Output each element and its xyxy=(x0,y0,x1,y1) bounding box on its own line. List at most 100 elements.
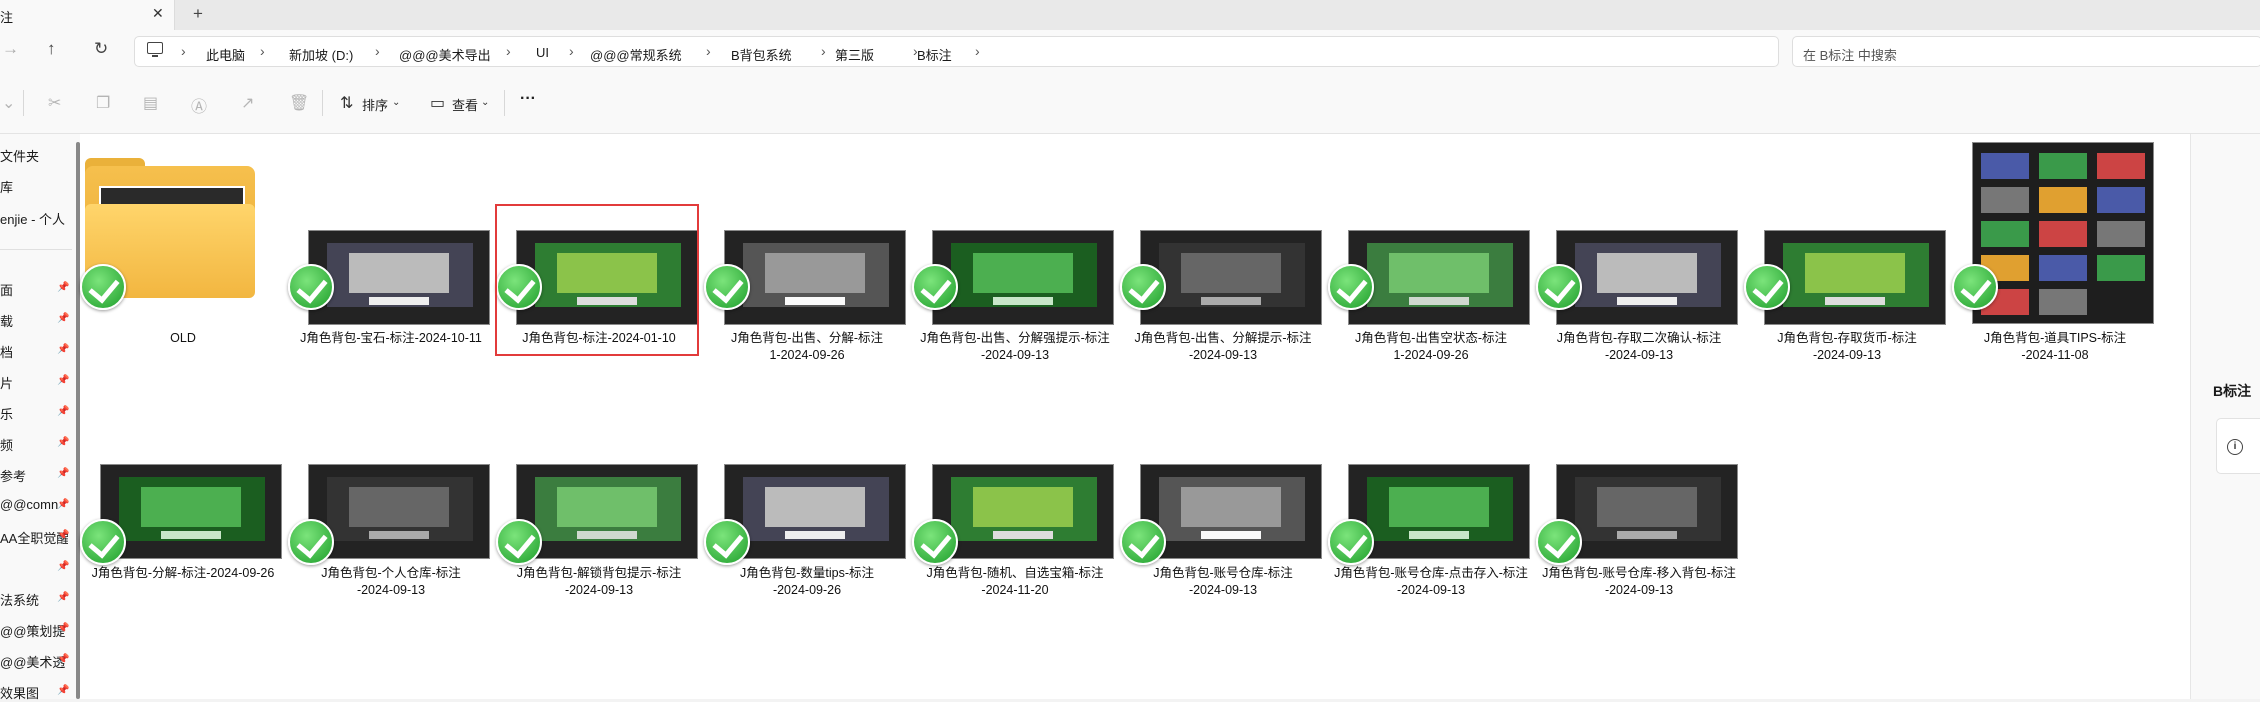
file-item[interactable]: J角色背包-解锁背包提示-标注 -2024-09-13 xyxy=(496,367,702,597)
file-name[interactable]: J角色背包-分解-标注-2024-09-26 xyxy=(80,565,286,582)
file-thumbnail xyxy=(100,464,282,559)
file-name[interactable]: J角色背包-账号仓库-点击存入-标注 -2024-09-13 xyxy=(1328,565,1534,599)
file-item[interactable]: J角色背包-出售空状态-标注 1-2024-09-26 xyxy=(1328,134,1534,362)
breadcrumb-item[interactable]: B背包系统 xyxy=(731,45,792,64)
breadcrumb-item[interactable]: 此电脑 xyxy=(206,45,245,64)
delete-icon[interactable]: 🗑 xyxy=(289,93,309,113)
file-item[interactable]: J角色背包-出售、分解-标注 1-2024-09-26 xyxy=(704,134,910,362)
command-toolbar: ⌄ ✂ ❐ ▤ Ⓐ ↗ 🗑 ⇅ 排序 ⌄ ▭ 查看 ⌄ ··· xyxy=(0,72,2260,134)
sync-check-icon xyxy=(1328,264,1374,310)
sort-button[interactable]: 排序 xyxy=(362,95,388,114)
file-name[interactable]: J角色背包-数量tips-标注 -2024-09-26 xyxy=(704,565,910,599)
close-tab-icon[interactable]: ✕ xyxy=(152,5,164,22)
file-thumbnail xyxy=(932,464,1114,559)
chevron-right-icon[interactable]: › xyxy=(975,43,980,59)
breadcrumb-item[interactable]: @@@美术导出 xyxy=(399,45,491,64)
view-button[interactable]: 查看 xyxy=(452,95,478,114)
chevron-right-icon[interactable]: › xyxy=(260,43,265,59)
pin-icon: 📌 xyxy=(57,561,70,572)
tab-current[interactable]: 注 ✕ xyxy=(0,0,175,30)
sync-check-icon xyxy=(1120,519,1166,565)
file-name[interactable]: J角色背包-出售、分解强提示-标注 -2024-09-13 xyxy=(912,330,1118,364)
folder-item[interactable]: OLD xyxy=(80,134,286,354)
file-item[interactable]: J角色背包-随机、自选宝箱-标注 -2024-11-20 xyxy=(912,367,1118,597)
file-item[interactable]: J角色背包-数量tips-标注 -2024-09-26 xyxy=(704,367,910,597)
toolbar-divider xyxy=(504,90,505,116)
file-item[interactable]: J角色背包-出售、分解提示-标注 -2024-09-13 xyxy=(1120,134,1326,362)
chevron-right-icon[interactable]: › xyxy=(821,43,826,59)
file-name[interactable]: J角色背包-账号仓库-标注 -2024-09-13 xyxy=(1120,565,1326,599)
file-item[interactable]: J角色背包-账号仓库-移入背包-标注 -2024-09-13 xyxy=(1536,367,1742,597)
more-options-button[interactable]: ··· xyxy=(520,90,536,108)
chevron-right-icon[interactable]: › xyxy=(181,43,186,59)
chevron-right-icon[interactable]: › xyxy=(706,43,711,59)
navigation-bar: → ↑ ↻ › 此电脑 › 新加坡 (D:) › @@@美术导出 › UI › … xyxy=(0,30,2260,72)
file-item[interactable]: J角色背包-分解-标注-2024-09-26 xyxy=(80,367,286,587)
file-name[interactable]: J角色背包-存取二次确认-标注 -2024-09-13 xyxy=(1536,330,1742,364)
file-item[interactable]: J角色背包-个人仓库-标注 -2024-09-13 xyxy=(288,367,494,597)
paste-icon[interactable]: ▤ xyxy=(143,93,158,113)
cut-icon[interactable]: ✂ xyxy=(48,93,61,113)
file-item[interactable]: J角色背包-存取货币-标注 -2024-09-13 xyxy=(1744,134,1950,362)
sidebar-item[interactable]: enjie - 个人 xyxy=(0,209,68,228)
copy-icon[interactable]: ❐ xyxy=(96,93,110,113)
search-input[interactable]: 在 B标注 中搜索 xyxy=(1792,36,2260,67)
sync-check-icon xyxy=(1328,519,1374,565)
file-name[interactable]: J角色背包-个人仓库-标注 -2024-09-13 xyxy=(288,565,494,599)
sync-check-icon xyxy=(496,519,542,565)
file-item[interactable]: J角色背包-道具TIPS-标注 -2024-11-08 xyxy=(1952,134,2158,362)
breadcrumb-item[interactable]: 新加坡 (D:) xyxy=(289,45,353,64)
selection-highlight xyxy=(495,204,699,356)
sync-check-icon xyxy=(912,264,958,310)
rename-icon[interactable]: Ⓐ xyxy=(191,93,207,117)
sync-check-icon xyxy=(288,264,334,310)
chevron-down-icon[interactable]: ⌄ xyxy=(481,97,489,108)
file-item[interactable]: J角色背包-账号仓库-标注 -2024-09-13 xyxy=(1120,367,1326,597)
breadcrumb-item[interactable]: @@@常规系统 xyxy=(590,45,682,64)
sort-icon[interactable]: ⇅ xyxy=(340,93,353,113)
breadcrumb-item[interactable]: B标注 xyxy=(917,45,952,64)
view-icon[interactable]: ▭ xyxy=(430,93,445,113)
share-icon[interactable]: ↗ xyxy=(241,93,254,113)
sidebar-item[interactable]: 库 xyxy=(0,177,68,196)
file-item[interactable]: J角色背包-账号仓库-点击存入-标注 -2024-09-13 xyxy=(1328,367,1534,597)
sync-check-icon xyxy=(912,519,958,565)
file-item[interactable]: J角色背包-宝石-标注-2024-10-11 xyxy=(288,134,494,354)
file-name[interactable]: J角色背包-解锁背包提示-标注 -2024-09-13 xyxy=(496,565,702,599)
chevron-down-icon[interactable]: ⌄ xyxy=(392,97,400,108)
pin-icon: 📌 xyxy=(57,499,70,510)
forward-arrow-icon[interactable]: → xyxy=(2,39,19,59)
new-tab-icon[interactable]: + xyxy=(193,4,203,24)
refresh-icon[interactable]: ↻ xyxy=(94,39,108,59)
chevron-right-icon[interactable]: › xyxy=(506,43,511,59)
details-title: B标注 xyxy=(2213,383,2252,399)
pin-icon: 📌 xyxy=(57,406,70,417)
file-name[interactable]: J角色背包-出售空状态-标注 1-2024-09-26 xyxy=(1328,330,1534,364)
sync-check-icon xyxy=(1744,264,1790,310)
breadcrumb-item[interactable]: 第三版 xyxy=(835,45,874,64)
new-menu-chevron-icon[interactable]: ⌄ xyxy=(2,93,15,113)
file-name[interactable]: OLD xyxy=(80,330,286,347)
chevron-right-icon[interactable]: › xyxy=(569,43,574,59)
chevron-right-icon[interactable]: › xyxy=(375,43,380,59)
file-name[interactable]: J角色背包-道具TIPS-标注 -2024-11-08 xyxy=(1952,330,2158,364)
file-thumbnail xyxy=(724,464,906,559)
file-item[interactable]: J角色背包-出售、分解强提示-标注 -2024-09-13 xyxy=(912,134,1118,362)
file-item[interactable]: J角色背包-存取二次确认-标注 -2024-09-13 xyxy=(1536,134,1742,362)
file-name[interactable]: J角色背包-出售、分解-标注 1-2024-09-26 xyxy=(704,330,910,364)
this-pc-icon[interactable] xyxy=(147,42,163,57)
sync-check-icon xyxy=(1120,264,1166,310)
file-name[interactable]: J角色背包-随机、自选宝箱-标注 -2024-11-20 xyxy=(912,565,1118,599)
file-name[interactable]: J角色背包-宝石-标注-2024-10-11 xyxy=(288,330,494,347)
sync-check-icon xyxy=(704,519,750,565)
address-bar[interactable]: › 此电脑 › 新加坡 (D:) › @@@美术导出 › UI › @@@常规系… xyxy=(134,36,1779,67)
file-item[interactable]: J角色背包-标注-2024-01-10 xyxy=(495,134,702,356)
file-name[interactable]: J角色背包-存取货币-标注 -2024-09-13 xyxy=(1744,330,1950,364)
file-thumbnail xyxy=(724,230,906,325)
sync-check-icon xyxy=(1536,264,1582,310)
up-arrow-icon[interactable]: ↑ xyxy=(47,39,56,59)
breadcrumb-item[interactable]: UI xyxy=(536,45,549,60)
file-name[interactable]: J角色背包-出售、分解提示-标注 -2024-09-13 xyxy=(1120,330,1326,364)
sidebar-item[interactable]: 文件夹 xyxy=(0,146,68,165)
file-name[interactable]: J角色背包-账号仓库-移入背包-标注 -2024-09-13 xyxy=(1536,565,1742,599)
